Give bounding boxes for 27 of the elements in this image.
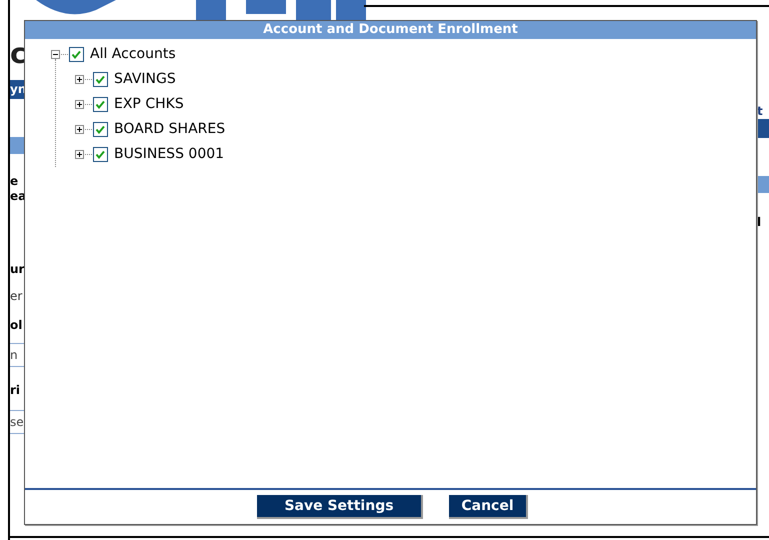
expand-icon[interactable]: [75, 125, 84, 134]
tree-item-label[interactable]: BOARD SHARES: [114, 119, 226, 140]
field-label: l: [757, 215, 762, 230]
checkbox[interactable]: [93, 97, 108, 112]
field-label: ol: [10, 318, 24, 333]
checkbox[interactable]: [93, 72, 108, 87]
section-bar: [757, 176, 769, 193]
page-text: er: [10, 289, 24, 304]
field-label: ur: [10, 262, 26, 277]
collapse-icon[interactable]: [51, 50, 60, 59]
tree-item-label[interactable]: All Accounts: [90, 44, 176, 65]
expand-icon[interactable]: [75, 150, 84, 159]
field-label: ri: [10, 383, 22, 398]
page-heading: c: [10, 38, 26, 70]
checkbox[interactable]: [93, 147, 108, 162]
tree-item-label[interactable]: EXP CHKS: [114, 94, 184, 115]
nav-bar: [757, 119, 769, 138]
dialog-title: Account and Document Enrollment: [25, 21, 756, 39]
expand-icon[interactable]: [75, 100, 84, 109]
cancel-button[interactable]: Cancel: [449, 495, 528, 519]
field-label: e: [10, 174, 20, 189]
expand-icon[interactable]: [75, 75, 84, 84]
checkbox[interactable]: [93, 122, 108, 137]
tree-item-label[interactable]: SAVINGS: [114, 69, 176, 90]
tree-item-label[interactable]: BUSINESS 0001: [114, 144, 224, 165]
checkbox[interactable]: [69, 47, 84, 62]
save-button[interactable]: Save Settings: [257, 495, 423, 519]
